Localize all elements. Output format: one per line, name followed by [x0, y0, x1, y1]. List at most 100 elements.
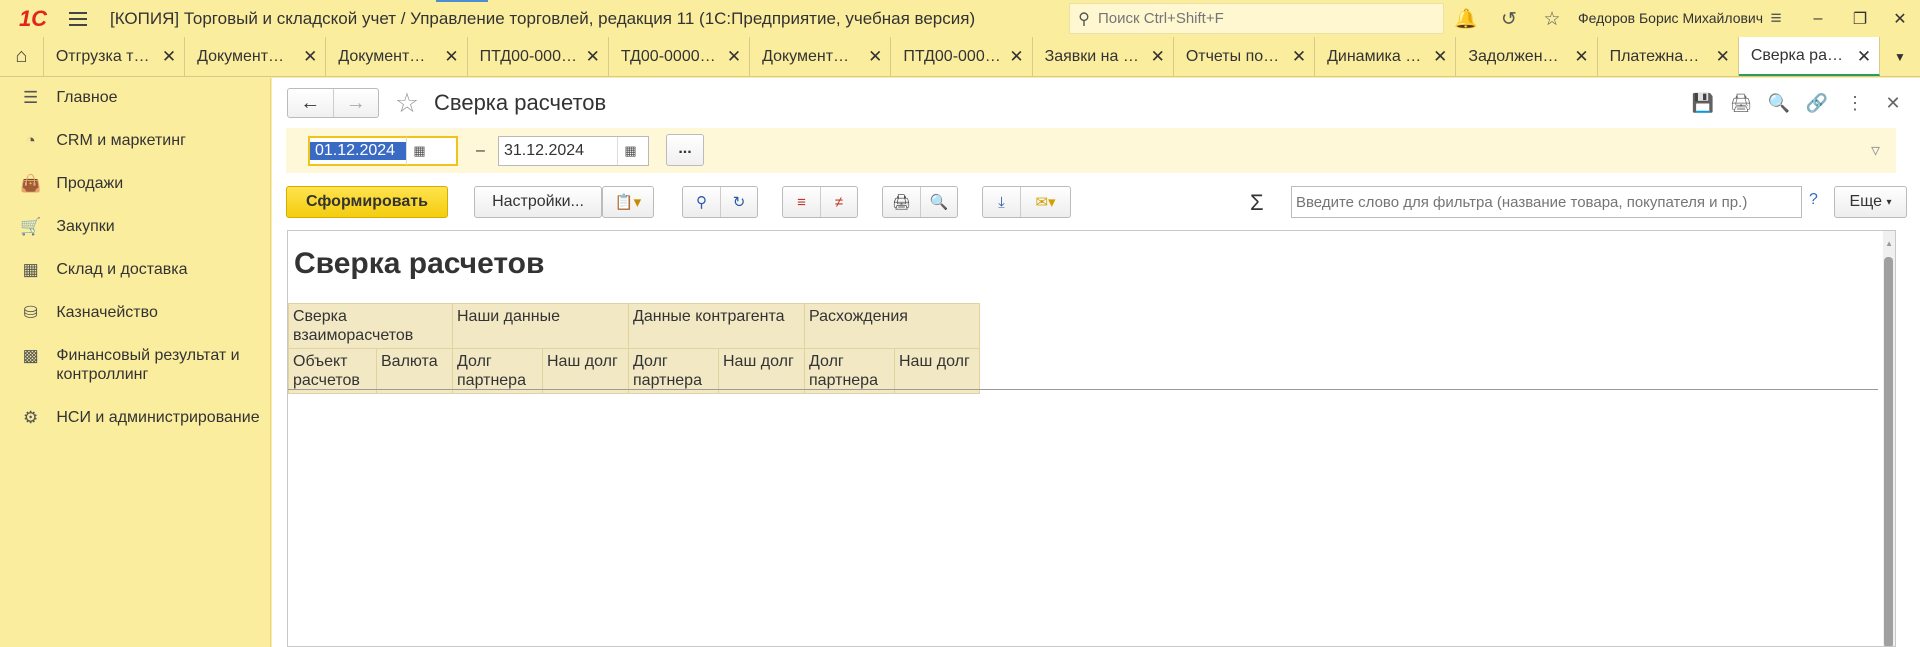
- tab-close-icon[interactable]: ✕: [1716, 47, 1730, 67]
- find-icon[interactable]: ⚲: [683, 187, 720, 217]
- export-group: ⤓ ✉▾: [982, 186, 1071, 218]
- tab-close-icon[interactable]: ✕: [303, 47, 317, 67]
- tab-close-icon[interactable]: ✕: [586, 47, 600, 67]
- scroll-up-icon[interactable]: ▲: [1885, 239, 1893, 248]
- shopping-bag-icon: 👜: [20, 174, 42, 193]
- close-form-icon[interactable]: ✕: [1880, 90, 1906, 116]
- sidebar-item-warehouse[interactable]: ▦ Склад и доставка: [0, 250, 270, 293]
- date-to-field[interactable]: ▦: [498, 136, 649, 166]
- save-icon[interactable]: 💾: [1690, 90, 1716, 116]
- sidebar-item-finance[interactable]: ▩ Финансовый результат и контроллинг: [0, 336, 270, 398]
- 1c-logo: 1С: [18, 5, 48, 31]
- search-group: ⚲ ↻: [682, 186, 758, 218]
- tab-strip: ⌂ Отгрузка т… ✕ Документ… ✕ Документ… ✕ ПТД…: [0, 37, 1920, 77]
- form-header-actions: 💾 🖨 🔍 🔗 ⋮ ✕: [1690, 90, 1906, 116]
- print-report-icon[interactable]: 🖨: [883, 187, 920, 217]
- tab-item[interactable]: Заявки на … ✕: [1033, 37, 1174, 76]
- generate-button[interactable]: Сформировать: [286, 186, 448, 218]
- sidebar-item-admin[interactable]: ⚙ НСИ и администрирование: [0, 398, 270, 460]
- tab-item[interactable]: ПТД00-000001 ✕: [468, 37, 609, 76]
- tab-close-icon[interactable]: ✕: [1433, 47, 1447, 67]
- tab-item[interactable]: Отгрузка т… ✕: [44, 37, 186, 76]
- tab-item[interactable]: ПТД00-000005 ✕: [891, 37, 1033, 76]
- sidebar: ☰ Главное ◔ CRM и маркетинг 👜 Продажи 🛒 Заку…: [0, 78, 271, 647]
- preview-icon[interactable]: 🔍: [1766, 90, 1792, 116]
- history-icon[interactable]: ↺: [1495, 5, 1523, 33]
- tab-item-active[interactable]: Сверка ра… ✕: [1738, 37, 1881, 76]
- tab-close-icon[interactable]: ✕: [727, 47, 741, 67]
- global-search-field[interactable]: ⚲: [1069, 3, 1444, 34]
- tab-close-icon[interactable]: ✕: [1009, 47, 1023, 67]
- tab-close-icon[interactable]: ✕: [868, 47, 882, 67]
- restore-icon[interactable]: ❐: [1840, 0, 1880, 37]
- tab-item[interactable]: Платежна… ✕: [1598, 37, 1739, 76]
- sidebar-item-crm[interactable]: ◔ CRM и маркетинг: [0, 121, 270, 164]
- tab-item[interactable]: Документ… ✕: [750, 37, 892, 76]
- sidebar-item-main[interactable]: ☰ Главное: [0, 78, 270, 121]
- expand-all-icon[interactable]: ≡: [783, 187, 820, 217]
- date-to-input[interactable]: [499, 142, 617, 160]
- tabs-dropdown-icon[interactable]: ▼: [1880, 37, 1920, 76]
- tab-item[interactable]: Документ… ✕: [326, 37, 468, 76]
- window-title: [КОПИЯ] Торговый и складской учет / Упра…: [110, 8, 976, 28]
- download-icon[interactable]: ⤓: [983, 187, 1020, 217]
- sum-icon[interactable]: Σ: [1250, 190, 1264, 216]
- global-search-input[interactable]: [1098, 10, 1428, 27]
- collapse-all-icon[interactable]: ≠: [820, 187, 857, 217]
- tab-close-icon[interactable]: ✕: [1574, 47, 1588, 67]
- period-select-button[interactable]: ...: [666, 134, 704, 166]
- tab-close-icon[interactable]: ✕: [1292, 47, 1306, 67]
- back-arrow-icon[interactable]: ←: [288, 89, 333, 117]
- tab-item[interactable]: Динамика … ✕: [1315, 37, 1457, 76]
- tab-close-icon[interactable]: ✕: [1857, 47, 1871, 67]
- date-from-field[interactable]: ▦: [308, 136, 458, 166]
- column-header: Валюта: [376, 348, 453, 394]
- calendar-icon[interactable]: ▦: [617, 137, 643, 165]
- date-from-input[interactable]: [310, 142, 406, 160]
- close-window-icon[interactable]: ✕: [1880, 0, 1920, 37]
- tab-item[interactable]: ТД00-0000… ✕: [609, 37, 751, 76]
- period-panel: ▦ – ▦ ... ▿: [286, 128, 1896, 173]
- report-variant-icon[interactable]: 📋▾: [603, 187, 653, 217]
- calendar-icon[interactable]: ▦: [406, 137, 432, 165]
- report-filter-field[interactable]: [1291, 186, 1802, 218]
- column-header: Долг партнера: [804, 348, 895, 394]
- sidebar-item-treasury[interactable]: ⛁ Казначейство: [0, 293, 270, 336]
- funnel-icon[interactable]: ▿: [1871, 140, 1880, 161]
- more-button[interactable]: Еще ▾: [1834, 186, 1907, 218]
- print-preview-icon[interactable]: 🔍: [920, 187, 957, 217]
- print-icon[interactable]: 🖨: [1728, 90, 1754, 116]
- more-vertical-icon[interactable]: ⋮: [1842, 90, 1868, 116]
- link-icon[interactable]: 🔗: [1804, 90, 1830, 116]
- cart-icon: 🛒: [20, 217, 42, 236]
- minimize-icon[interactable]: –: [1798, 0, 1838, 37]
- tab-item[interactable]: Документ… ✕: [185, 37, 327, 76]
- search-icon: ⚲: [1078, 10, 1090, 28]
- tab-item[interactable]: Задолжен… ✕: [1456, 37, 1598, 76]
- bell-icon[interactable]: 🔔: [1452, 5, 1480, 33]
- home-icon[interactable]: ⌂: [0, 37, 44, 76]
- scrollbar-thumb[interactable]: [1884, 257, 1893, 646]
- sidebar-item-sales[interactable]: 👜 Продажи: [0, 164, 270, 207]
- tab-close-icon[interactable]: ✕: [162, 47, 176, 67]
- forward-arrow-icon[interactable]: →: [332, 89, 379, 117]
- help-icon[interactable]: ?: [1809, 191, 1818, 209]
- column-header: Объект расчетов: [288, 348, 377, 394]
- tab-close-icon[interactable]: ✕: [1151, 47, 1165, 67]
- tab-item[interactable]: Отчеты по… ✕: [1174, 37, 1316, 76]
- main-form: ← → ☆ Сверка расчетов 💾 🖨 🔍 🔗 ⋮ ✕ ▦ – ▦ …: [272, 78, 1920, 647]
- column-header: Наш долг: [542, 348, 629, 394]
- settings-lines-icon[interactable]: ≡: [1762, 5, 1790, 33]
- sidebar-item-purchases[interactable]: 🛒 Закупки: [0, 207, 270, 250]
- tab-close-icon[interactable]: ✕: [444, 47, 458, 67]
- report-filter-input[interactable]: [1292, 193, 1797, 211]
- pie-chart-icon: ◔: [25, 131, 36, 150]
- report-area[interactable]: Сверка расчетов Сверка взаиморасчетов На…: [287, 230, 1896, 647]
- favorite-star-icon[interactable]: ☆: [391, 88, 423, 118]
- star-icon[interactable]: ☆: [1538, 5, 1566, 33]
- main-menu-icon[interactable]: [58, 0, 98, 37]
- find-next-icon[interactable]: ↻: [720, 187, 757, 217]
- user-name[interactable]: Федоров Борис Михайлович: [1578, 0, 1763, 37]
- settings-button[interactable]: Настройки...: [474, 186, 602, 218]
- email-icon[interactable]: ✉▾: [1020, 187, 1070, 217]
